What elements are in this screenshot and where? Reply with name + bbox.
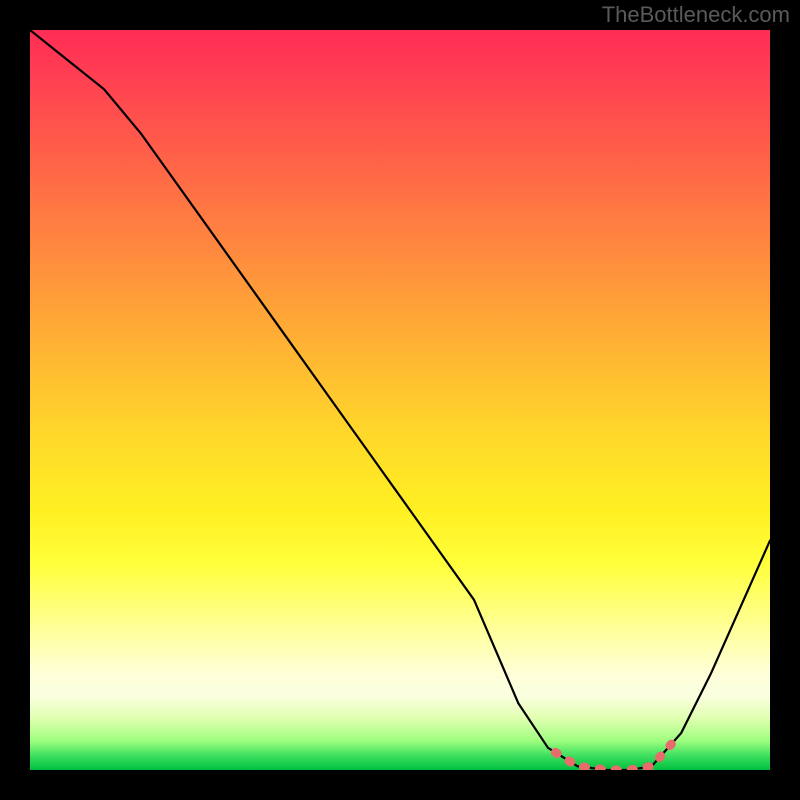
chart-plot-area	[30, 30, 770, 770]
bottleneck-curve-path	[30, 30, 770, 770]
attribution-text: TheBottleneck.com	[602, 2, 790, 28]
chart-curve-layer	[30, 30, 770, 770]
optimal-region-marker	[555, 741, 673, 770]
